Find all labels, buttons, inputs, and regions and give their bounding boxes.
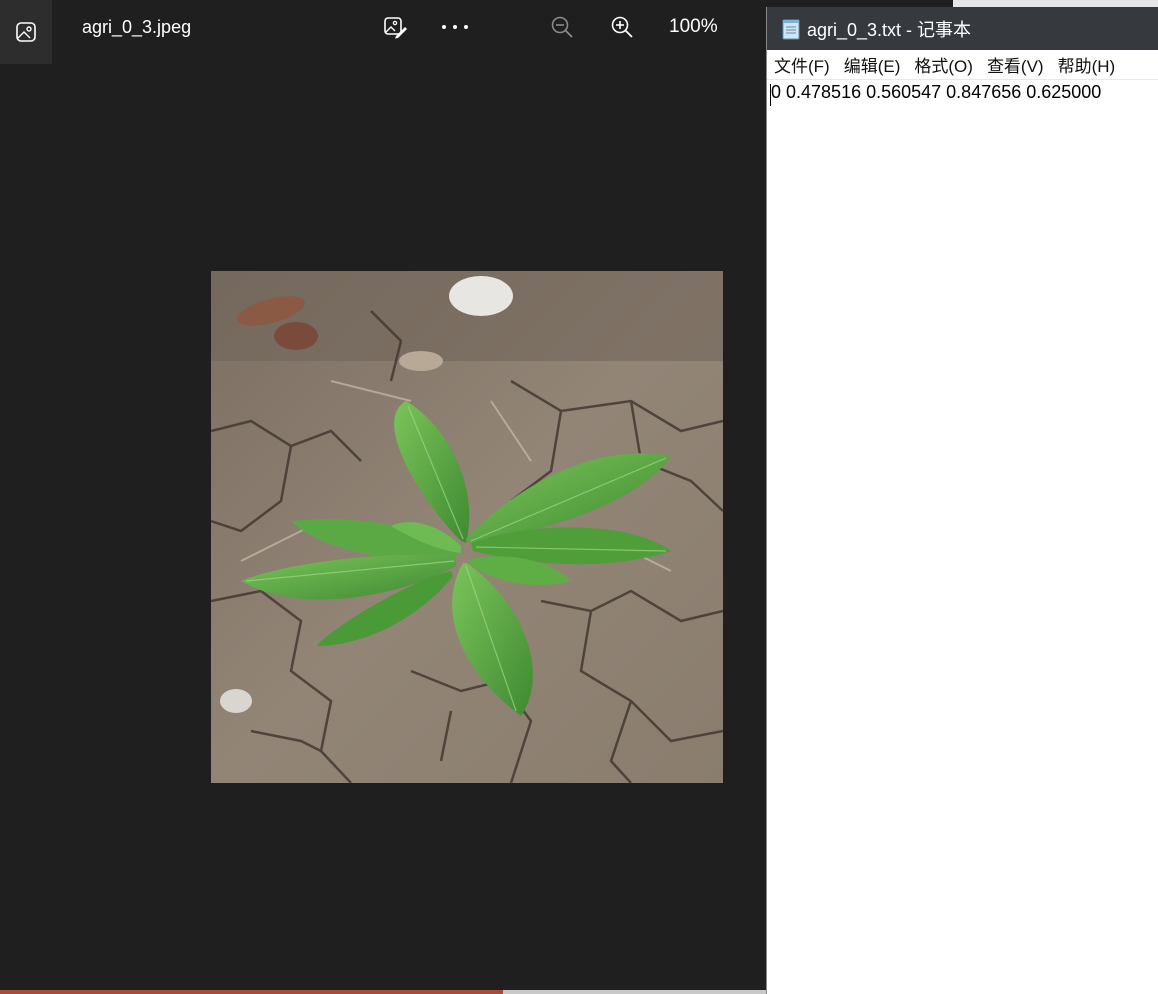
notepad-title: agri_0_3.txt - 记事本: [807, 19, 972, 40]
notepad-menubar: 文件(F) 编辑(E) 格式(O) 查看(V) 帮助(H): [767, 50, 1158, 80]
photo-image: [211, 271, 723, 783]
taskbar-strip-light: [503, 990, 766, 994]
photo-app-button[interactable]: [0, 0, 52, 64]
menu-edit[interactable]: 编辑(E): [837, 52, 908, 77]
zoom-out-button[interactable]: [547, 12, 577, 42]
notepad-titlebar[interactable]: agri_0_3.txt - 记事本: [767, 7, 1158, 50]
background-window-edge: [953, 0, 1158, 7]
zoom-out-icon: [551, 16, 573, 38]
viewer-toolbar: agri_0_3.jpeg 100%: [0, 0, 766, 64]
menu-help[interactable]: 帮助(H): [1051, 52, 1123, 77]
edit-image-button[interactable]: [380, 12, 410, 42]
taskbar-strip: [0, 990, 503, 994]
photo-app-icon: [16, 22, 36, 42]
more-options-button[interactable]: [440, 12, 470, 42]
zoom-in-icon: [611, 16, 633, 38]
zoom-level[interactable]: 100%: [669, 16, 718, 38]
more-options-icon: [442, 25, 468, 29]
notepad-text-area[interactable]: 0 0.478516 0.560547 0.847656 0.625000: [767, 81, 1158, 994]
notepad-icon: [782, 19, 800, 39]
notepad-content[interactable]: 0 0.478516 0.560547 0.847656 0.625000: [771, 82, 1101, 103]
file-name: agri_0_3.jpeg: [82, 17, 192, 37]
menu-view[interactable]: 查看(V): [980, 52, 1051, 77]
photo-viewer-window: agri_0_3.jpeg 100%: [0, 0, 766, 994]
edit-image-icon: [384, 17, 407, 39]
menu-format[interactable]: 格式(O): [907, 52, 980, 77]
zoom-in-button[interactable]: [607, 12, 637, 42]
menu-file[interactable]: 文件(F): [767, 52, 837, 77]
notepad-window: agri_0_3.txt - 记事本 文件(F) 编辑(E) 格式(O) 查看(…: [766, 7, 1158, 994]
